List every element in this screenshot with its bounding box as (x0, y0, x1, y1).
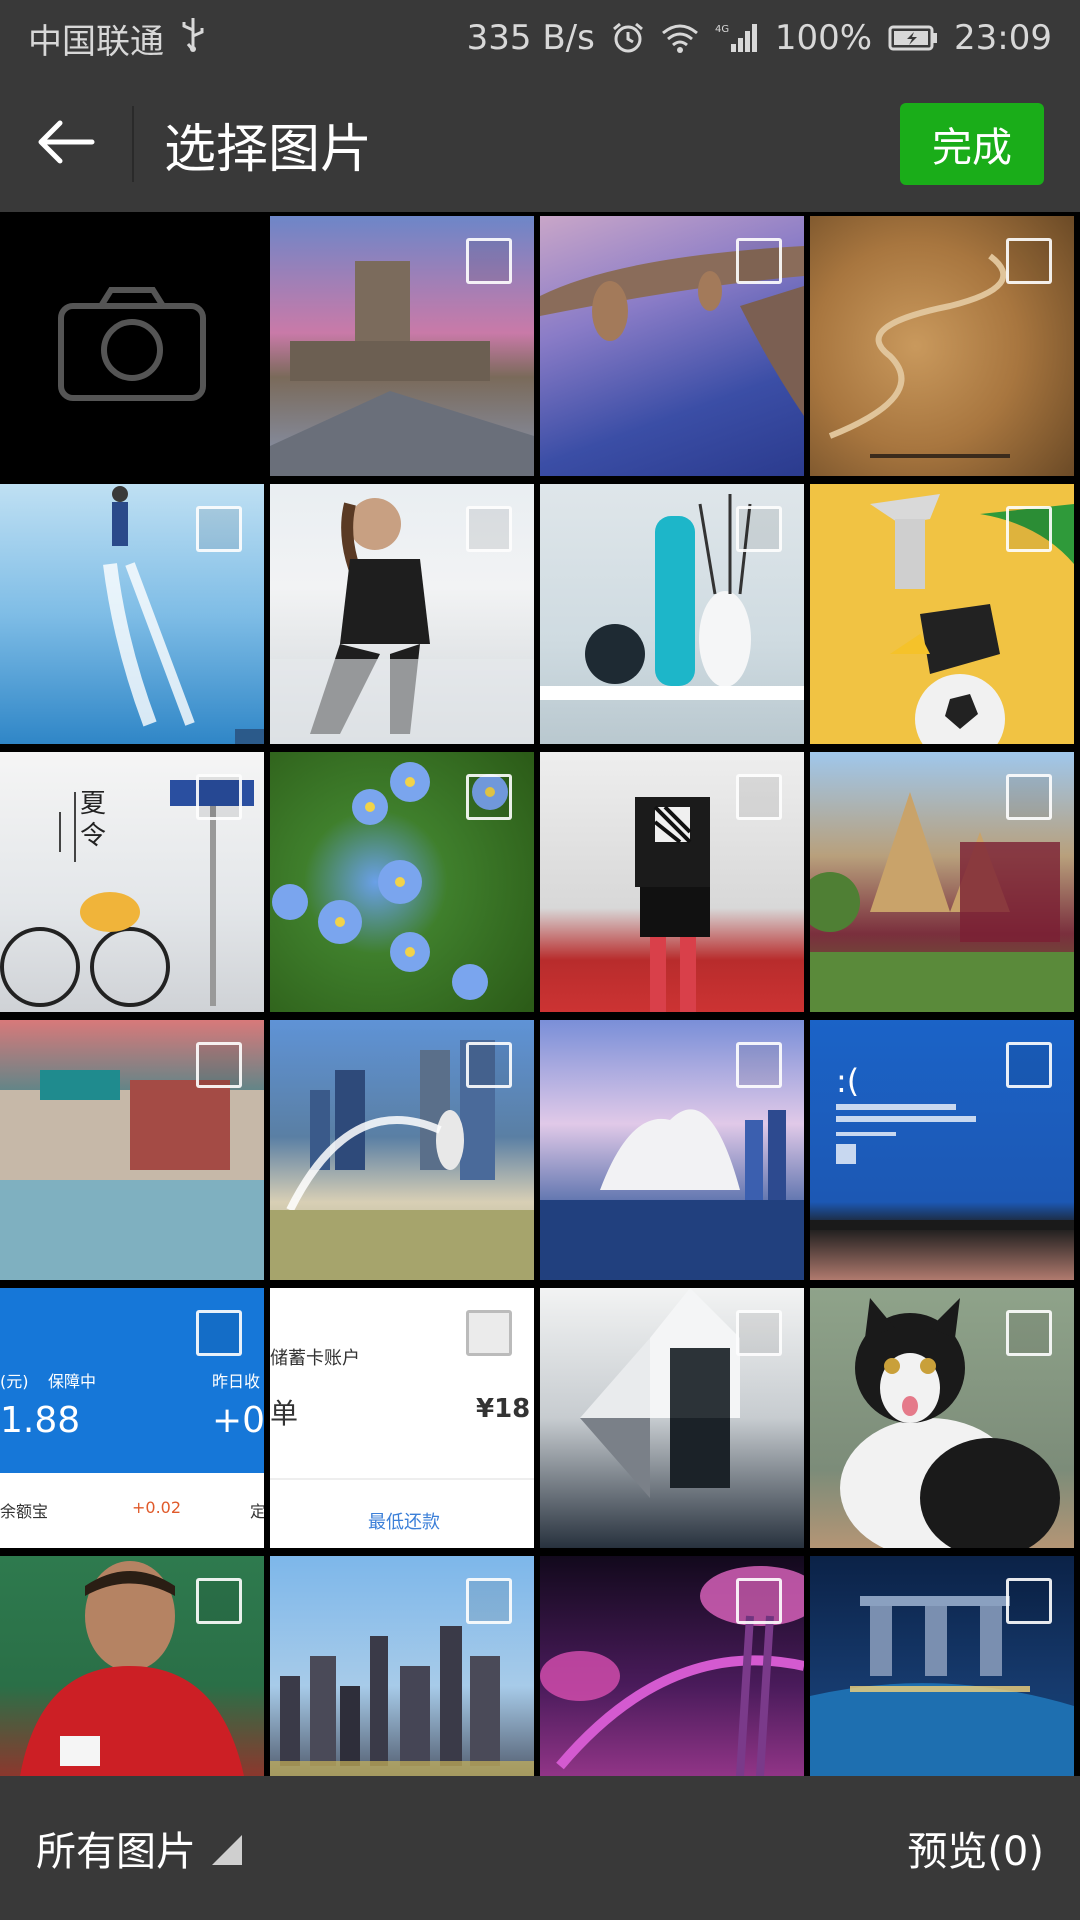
svg-text::(: :( (836, 1062, 859, 1100)
select-checkbox[interactable] (196, 774, 242, 820)
select-checkbox[interactable] (196, 1578, 242, 1624)
select-checkbox[interactable] (736, 1310, 782, 1356)
back-arrow-icon (36, 117, 96, 171)
photo-tile[interactable] (540, 484, 804, 744)
photo-tile[interactable] (810, 1288, 1074, 1548)
album-dropdown-icon (210, 1831, 244, 1877)
select-checkbox[interactable] (466, 1310, 512, 1356)
photo-tile[interactable]: 夏 令 (0, 752, 264, 1012)
select-checkbox[interactable] (466, 506, 512, 552)
alipay-unit: (元) (0, 1372, 29, 1391)
alipay-bottom-right: 定 (250, 1502, 264, 1521)
photo-tile[interactable] (810, 1556, 1074, 1776)
select-checkbox[interactable] (196, 1310, 242, 1356)
photo-tile[interactable] (540, 1020, 804, 1280)
back-button[interactable] (0, 76, 132, 212)
album-label: 所有图片 (36, 1829, 196, 1875)
bottom-bar: 所有图片 预览(0) (0, 1776, 1080, 1920)
camera-icon (57, 286, 207, 406)
status-bar: 中国联通 335 B/s 4G 100% 23:09 (0, 0, 1080, 76)
alipay-amount: 1.88 (0, 1400, 81, 1441)
photo-tile[interactable] (270, 752, 534, 1012)
select-checkbox[interactable] (1006, 506, 1052, 552)
bank-right-amount: ¥18 (476, 1394, 531, 1424)
album-selector[interactable]: 所有图片 (36, 1819, 244, 1877)
photo-tile[interactable] (270, 484, 534, 744)
title-divider (132, 106, 134, 182)
alipay-right-amount: +0 (212, 1400, 264, 1441)
svg-text:4G: 4G (715, 24, 729, 35)
select-checkbox[interactable] (736, 774, 782, 820)
select-checkbox[interactable] (1006, 1578, 1052, 1624)
select-checkbox[interactable] (736, 238, 782, 284)
battery-icon (888, 24, 938, 52)
select-checkbox[interactable] (466, 1578, 512, 1624)
battery-percent: 100% (774, 18, 873, 58)
photo-tile[interactable] (540, 752, 804, 1012)
alarm-icon (611, 21, 645, 55)
select-checkbox[interactable] (1006, 1310, 1052, 1356)
carrier-label: 中国联通 (28, 21, 164, 62)
alipay-bottom-mid: +0.02 (132, 1498, 182, 1517)
bank-button-label: 最低还款 (368, 1512, 440, 1533)
photo-tile[interactable] (810, 752, 1074, 1012)
photo-tile[interactable] (810, 216, 1074, 476)
photo-tile[interactable]: 储蓄卡账户 单 ¥18 最低还款 (270, 1288, 534, 1548)
wifi-icon (661, 23, 699, 53)
poster-character: 令 (80, 821, 106, 851)
select-checkbox[interactable] (196, 1042, 242, 1088)
select-checkbox[interactable] (1006, 1042, 1052, 1088)
select-checkbox[interactable] (466, 774, 512, 820)
photo-tile[interactable] (810, 484, 1074, 744)
done-button[interactable]: 完成 (900, 103, 1044, 185)
select-checkbox[interactable] (736, 506, 782, 552)
select-checkbox[interactable] (1006, 238, 1052, 284)
4g-signal-icon: 4G (715, 22, 759, 54)
select-checkbox[interactable] (1006, 774, 1052, 820)
photo-tile[interactable] (540, 1556, 804, 1776)
image-grid: 夏 令:((元) 保障中 昨日收 1.88 +0 余额宝 +0.02 定 储… (0, 216, 1080, 1776)
select-checkbox[interactable] (196, 506, 242, 552)
photo-tile[interactable] (270, 1020, 534, 1280)
photo-tile[interactable] (540, 216, 804, 476)
title-bar: 选择图片 完成 (0, 76, 1080, 212)
select-checkbox[interactable] (466, 238, 512, 284)
clock: 23:09 (954, 18, 1052, 58)
select-checkbox[interactable] (466, 1042, 512, 1088)
network-speed: 335 B/s (466, 18, 595, 58)
poster-character: 夏 (80, 789, 106, 819)
select-checkbox[interactable] (736, 1042, 782, 1088)
photo-tile[interactable]: :( (810, 1020, 1074, 1280)
bank-account-label: 储蓄卡账户 (270, 1348, 360, 1369)
photo-tile[interactable] (270, 216, 534, 476)
usb-icon (180, 16, 206, 61)
photo-tile[interactable]: (元) 保障中 昨日收 1.88 +0 余额宝 +0.02 定 (0, 1288, 264, 1548)
page-title: 选择图片 (164, 119, 373, 180)
alipay-status: 保障中 (48, 1372, 97, 1391)
photo-tile[interactable] (540, 1288, 804, 1548)
photo-tile[interactable] (0, 1556, 264, 1776)
photo-tile[interactable] (0, 484, 264, 744)
photo-tile[interactable] (0, 1020, 264, 1280)
alipay-bottom-left: 余额宝 (0, 1502, 49, 1521)
camera-tile[interactable] (0, 216, 264, 476)
preview-button[interactable]: 预览(0) (907, 1819, 1044, 1877)
photo-tile[interactable] (270, 1556, 534, 1776)
alipay-right-label: 昨日收 (212, 1372, 261, 1391)
bank-divider (270, 1478, 534, 1480)
bank-left-label: 单 (270, 1397, 299, 1430)
select-checkbox[interactable] (736, 1578, 782, 1624)
